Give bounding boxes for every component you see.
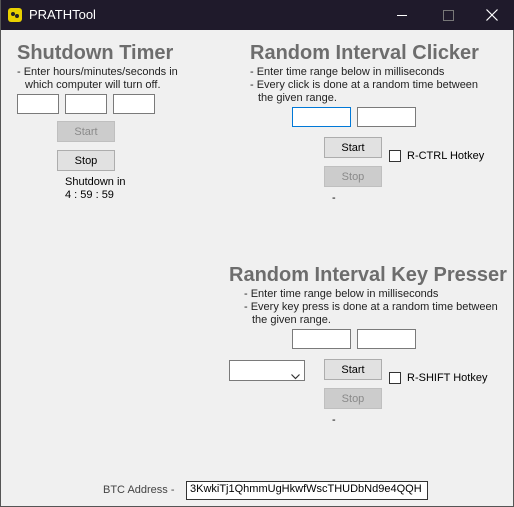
shutdown-status-label: Shutdown in <box>65 176 126 188</box>
rctrl-hotkey-label: R-CTRL Hotkey <box>407 150 485 162</box>
rctrl-hotkey-box[interactable] <box>389 150 401 162</box>
presser-heading: Random Interval Key Presser <box>229 264 507 286</box>
close-icon <box>486 9 498 21</box>
presser-status: - <box>332 414 336 426</box>
rshift-hotkey-checkbox[interactable]: R-SHIFT Hotkey <box>389 372 487 384</box>
close-button[interactable] <box>469 0 514 30</box>
clicker-stop-button[interactable]: Stop <box>324 166 382 187</box>
rctrl-hotkey-checkbox[interactable]: R-CTRL Hotkey <box>389 150 484 162</box>
shutdown-start-button[interactable]: Start <box>57 121 115 142</box>
clicker-start-button[interactable]: Start <box>324 137 382 158</box>
seconds-input[interactable] <box>113 94 155 114</box>
hours-input[interactable] <box>17 94 59 114</box>
maximize-button[interactable] <box>425 0 471 30</box>
presser-start-button[interactable]: Start <box>324 359 382 380</box>
clicker-desc-line2: - Every click is done at a random time b… <box>250 79 479 91</box>
chevron-down-icon <box>291 367 300 385</box>
shutdown-countdown: 4 : 59 : 59 <box>65 189 114 201</box>
btc-address-label: BTC Address - <box>103 484 175 496</box>
clicker-desc-line1: - Enter time range below in milliseconds <box>250 66 445 78</box>
presser-max-input[interactable] <box>357 329 416 349</box>
shutdown-description: - Enter hours/minutes/seconds in which c… <box>17 66 178 92</box>
minutes-input[interactable] <box>65 94 107 114</box>
app-window: PRATHTool Shutdown Timer - Enter hours/m… <box>0 0 514 507</box>
clicker-max-input[interactable] <box>357 107 416 127</box>
minimize-icon <box>396 14 407 16</box>
presser-desc-line1: - Enter time range below in milliseconds <box>244 288 439 300</box>
clicker-heading: Random Interval Clicker <box>250 42 479 64</box>
presser-desc-line2: - Every key press is done at a random ti… <box>244 301 498 313</box>
clicker-description: - Enter time range below in milliseconds… <box>250 66 478 105</box>
shutdown-status: Shutdown in 4 : 59 : 59 <box>65 176 126 202</box>
shutdown-stop-button[interactable]: Stop <box>57 150 115 171</box>
title-bar[interactable]: PRATHTool <box>1 0 514 30</box>
clicker-status: - <box>332 192 336 204</box>
presser-description: - Enter time range below in milliseconds… <box>244 288 498 327</box>
shutdown-desc-line2: which computer will turn off. <box>25 79 161 91</box>
shutdown-desc-line1: - Enter hours/minutes/seconds in <box>17 66 178 78</box>
minimize-button[interactable] <box>379 0 425 30</box>
window-title: PRATHTool <box>29 7 96 22</box>
clicker-min-input[interactable] <box>292 107 351 127</box>
btc-address-field[interactable]: 3KwkiTj1QhmmUgHkwfWscTHUDbNd9e4QQH <box>186 481 428 500</box>
presser-min-input[interactable] <box>292 329 351 349</box>
presser-desc-line3: the given range. <box>252 314 331 326</box>
rshift-hotkey-label: R-SHIFT Hotkey <box>407 372 488 384</box>
maximize-icon <box>442 9 454 21</box>
clicker-desc-line3: the given range. <box>258 92 337 104</box>
rshift-hotkey-box[interactable] <box>389 372 401 384</box>
shutdown-timer-heading: Shutdown Timer <box>17 42 174 64</box>
key-select-dropdown[interactable] <box>229 360 305 381</box>
presser-stop-button[interactable]: Stop <box>324 388 382 409</box>
app-icon <box>7 7 23 23</box>
